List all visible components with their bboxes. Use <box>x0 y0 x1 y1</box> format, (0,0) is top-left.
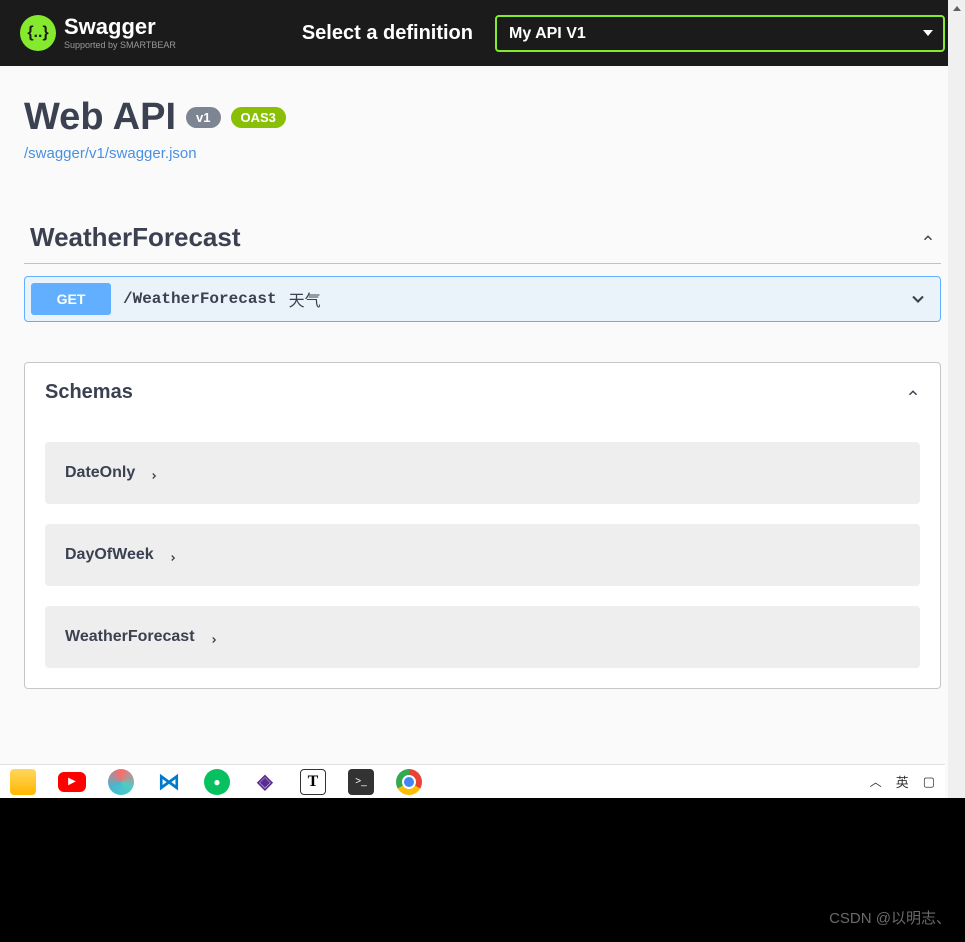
tag-header[interactable]: WeatherForecast <box>24 212 941 264</box>
oas-badge: OAS3 <box>231 107 286 128</box>
taskbar: ▶ ⋈ ● ◈ T >_ ︿ 英 ▢ <box>0 764 945 798</box>
taskbar-tray: ︿ 英 ▢ <box>870 772 935 791</box>
browser-icon[interactable] <box>108 769 134 795</box>
definition-select-wrap: My API V1 <box>495 15 945 52</box>
tag-name: WeatherForecast <box>30 222 241 253</box>
schema-name: DateOnly <box>65 464 135 482</box>
definition-select[interactable]: My API V1 <box>495 15 945 52</box>
brand-subtitle: Supported by SMARTBEAR <box>64 40 176 50</box>
page-content: Web API v1 OAS3 /swagger/v1/swagger.json… <box>0 66 965 689</box>
chevron-right-icon <box>168 550 178 560</box>
operation-summary: 天气 <box>289 287 321 311</box>
visual-studio-icon[interactable]: ◈ <box>252 769 278 795</box>
file-explorer-icon[interactable] <box>10 769 36 795</box>
chrome-icon[interactable] <box>396 769 422 795</box>
schema-item[interactable]: DateOnly <box>45 442 920 504</box>
topbar: {..} Swagger Supported by SMARTBEAR Sele… <box>0 0 965 66</box>
api-title-row: Web API v1 OAS3 <box>24 96 941 139</box>
schemas-section: Schemas DateOnly DayOfWeek WeatherForeca… <box>24 362 941 689</box>
http-method-badge: GET <box>31 283 111 315</box>
black-area: CSDN @以明志、 <box>0 798 965 942</box>
brand-name: Swagger <box>64 16 176 38</box>
schema-item[interactable]: DayOfWeek <box>45 524 920 586</box>
version-badge: v1 <box>186 107 220 128</box>
schemas-header[interactable]: Schemas <box>25 363 940 422</box>
chevron-up-icon <box>921 231 935 245</box>
watermark: CSDN @以明志、 <box>829 907 951 928</box>
operation-row[interactable]: GET /WeatherForecast 天气 <box>24 276 941 322</box>
chevron-down-icon <box>908 289 928 309</box>
youtube-icon[interactable]: ▶ <box>58 772 86 792</box>
schemas-title: Schemas <box>45 381 133 404</box>
ime-indicator[interactable]: 英 <box>896 772 909 791</box>
scroll-up-button[interactable] <box>948 0 965 17</box>
chevron-right-icon <box>209 632 219 642</box>
api-title: Web API <box>24 96 176 139</box>
tray-expand-icon[interactable]: ︿ <box>870 773 882 790</box>
tag-section: WeatherForecast GET /WeatherForecast 天气 <box>24 212 941 322</box>
logo-area: {..} Swagger Supported by SMARTBEAR <box>20 15 176 51</box>
schema-item[interactable]: WeatherForecast <box>45 606 920 668</box>
spec-link[interactable]: /swagger/v1/swagger.json <box>24 145 197 162</box>
chevron-up-icon <box>906 386 920 400</box>
wechat-icon[interactable]: ● <box>204 769 230 795</box>
schema-name: WeatherForecast <box>65 628 195 646</box>
text-app-icon[interactable]: T <box>300 769 326 795</box>
tray-extra-icon[interactable]: ▢ <box>923 774 935 790</box>
swagger-logo-icon: {..} <box>20 15 56 51</box>
operation-path: /WeatherForecast <box>123 290 277 308</box>
schemas-body: DateOnly DayOfWeek WeatherForecast <box>25 442 940 688</box>
vscode-icon[interactable]: ⋈ <box>156 769 182 795</box>
scrollbar[interactable] <box>948 0 965 800</box>
brand-text-wrap: Swagger Supported by SMARTBEAR <box>64 16 176 50</box>
chevron-right-icon <box>149 468 159 478</box>
schema-name: DayOfWeek <box>65 546 154 564</box>
terminal-icon[interactable]: >_ <box>348 769 374 795</box>
definition-select-label: Select a definition <box>302 22 473 45</box>
